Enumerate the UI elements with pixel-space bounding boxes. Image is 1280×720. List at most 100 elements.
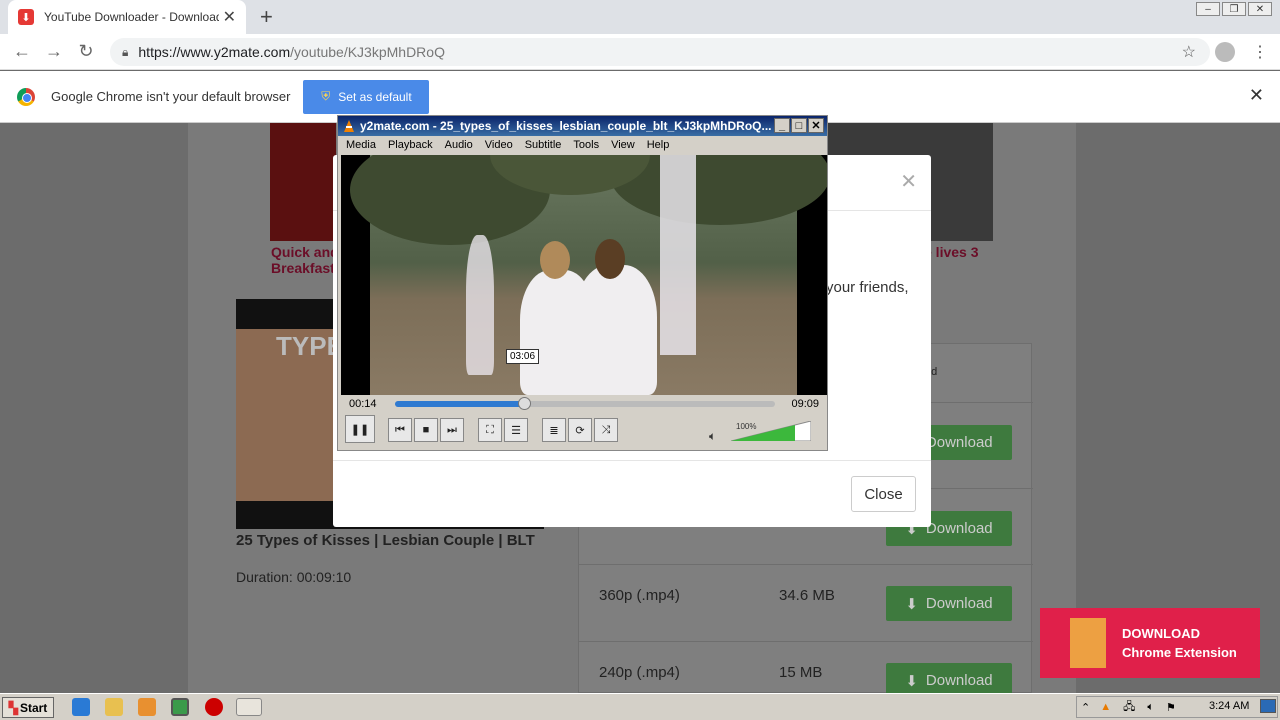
modal-divider <box>333 460 931 461</box>
media-player-icon[interactable] <box>138 698 156 716</box>
shuffle-button[interactable]: ⤨ <box>594 418 618 442</box>
video-scene <box>350 155 827 395</box>
anyrun-ad-banner[interactable]: DOWNLOAD Chrome Extension <box>1040 608 1260 678</box>
vlc-player-window: y2mate.com - 25_types_of_kisses_lesbian_… <box>337 115 828 451</box>
start-label: Start <box>19 700 48 715</box>
playlist-button[interactable]: ≣ <box>542 418 566 442</box>
elapsed-time: 00:14 <box>349 398 377 410</box>
quality-cell: 360p (.mp4) <box>599 587 680 604</box>
new-tab-icon[interactable]: + <box>260 4 273 30</box>
lock-icon: 🔒︎ <box>122 44 129 59</box>
close-window-icon[interactable]: ✕ <box>1248 2 1272 16</box>
start-button[interactable]: ▚ Start <box>2 697 54 718</box>
loop-button[interactable]: ⟳ <box>568 418 592 442</box>
address-bar[interactable]: 🔒︎ https://www.y2mate.com/youtube/KJ3kpM… <box>110 38 1210 66</box>
bride-right-hair <box>595 239 625 279</box>
bride-right-dress <box>575 265 657 395</box>
flag-icon[interactable]: ⚑ <box>1166 701 1176 714</box>
menu-playback[interactable]: Playback <box>388 139 433 151</box>
url-path: /youtube/KJ3kpMhDRoQ <box>290 44 445 60</box>
menu-dots-icon[interactable]: ⋮ <box>1252 42 1268 62</box>
menu-subtitle[interactable]: Subtitle <box>525 139 562 151</box>
previous-icon: ⏮ <box>395 423 405 436</box>
pause-button[interactable]: ❚❚ <box>345 415 375 443</box>
ie-icon[interactable] <box>72 698 90 716</box>
stop-icon: ■ <box>422 424 430 436</box>
network-icon[interactable]: 🖧 <box>1123 698 1135 717</box>
modal-close-button[interactable]: Close <box>851 476 916 512</box>
window-controls: – ❐ ✕ <box>1196 2 1272 16</box>
bride-left-hair <box>540 241 570 279</box>
size-cell: 34.6 MB <box>779 587 835 604</box>
vlc-title: y2mate.com - 25_types_of_kisses_lesbian_… <box>360 119 772 133</box>
vlc-minimize-icon[interactable]: _ <box>774 118 790 133</box>
chrome-taskbar-icon[interactable] <box>171 698 189 716</box>
menu-tools[interactable]: Tools <box>573 139 599 151</box>
fullscreen-button[interactable]: ⛶ <box>478 418 502 442</box>
profile-avatar-icon[interactable] <box>1215 42 1235 62</box>
set-as-default-button[interactable]: ⛨ Set as default <box>303 79 430 114</box>
infobar-text: Google Chrome isn't your default browser <box>51 89 291 104</box>
menu-view[interactable]: View <box>611 139 635 151</box>
close-infobar-icon[interactable]: ✕ <box>1249 85 1264 106</box>
download-label: Download <box>925 434 993 451</box>
vlc-taskbar-icon[interactable] <box>236 698 262 716</box>
vlc-cone-icon <box>344 120 354 132</box>
video-duration: Duration: 00:09:10 <box>236 569 352 585</box>
back-icon[interactable]: ← <box>6 41 38 62</box>
close-tab-icon[interactable]: ✕ <box>223 7 236 27</box>
chrome-logo-icon <box>17 87 35 106</box>
download-label: Download <box>925 520 993 537</box>
related-link-right[interactable]: e lives 3 <box>924 244 979 260</box>
explorer-icon[interactable] <box>105 698 123 716</box>
related-thumbnail-left[interactable] <box>270 123 336 241</box>
video-frame[interactable]: 03:06 <box>341 155 827 395</box>
browser-tab[interactable]: ⬇ YouTube Downloader - Download Vid ✕ <box>8 0 246 34</box>
size-cell: 15 MB <box>779 664 823 681</box>
stop-button[interactable]: ■ <box>414 418 438 442</box>
quality-cell: 240p (.mp4) <box>599 664 680 681</box>
restore-icon[interactable]: ❐ <box>1222 2 1246 16</box>
opera-icon[interactable] <box>205 698 223 716</box>
seek-knob[interactable] <box>518 397 532 410</box>
related-link-left[interactable]: Quick and <box>271 244 339 260</box>
download-button[interactable]: ⬇ Download <box>886 586 1012 621</box>
reload-icon[interactable]: ↻ <box>70 41 102 62</box>
menu-help[interactable]: Help <box>647 139 670 151</box>
shield-icon: ⛨ <box>321 89 331 103</box>
show-desktop-icon[interactable] <box>1260 699 1276 713</box>
pause-icon: ❚❚ <box>350 423 370 436</box>
minimize-icon[interactable]: – <box>1196 2 1220 16</box>
browser-toolbar: ← → ↻ 🔒︎ https://www.y2mate.com/youtube/… <box>0 34 1280 70</box>
bookmark-star-icon[interactable]: ☆ <box>1182 42 1196 62</box>
video-title: 25 Types of Kisses | Lesbian Couple | BL… <box>236 532 535 549</box>
volume-tray-icon[interactable]: 🔈︎ <box>1147 701 1154 714</box>
menu-video[interactable]: Video <box>485 139 513 151</box>
menu-media[interactable]: Media <box>346 139 376 151</box>
vlc-tray-icon[interactable]: ▲ <box>1100 701 1111 713</box>
table-row: 360p (.mp4) 34.6 MB ⬇ Download <box>579 564 1033 641</box>
y2mate-favicon-icon: ⬇ <box>18 9 34 25</box>
seek-row: 00:14 09:09 <box>341 396 827 416</box>
fullscreen-icon: ⛶ <box>486 423 494 436</box>
forward-icon[interactable]: → <box>38 41 70 62</box>
modal-close-icon[interactable]: ✕ <box>900 169 917 194</box>
related-link-left-line2[interactable]: Breakfast <box>271 260 335 276</box>
loop-icon: ⟳ <box>575 424 585 437</box>
next-icon: ⏭ <box>447 423 457 436</box>
url-text: https://www.y2mate.com/youtube/KJ3kpMhDR… <box>138 44 445 60</box>
tray-expand-icon[interactable]: ⌃ <box>1081 701 1090 714</box>
vlc-maximize-icon[interactable]: □ <box>791 118 807 133</box>
vlc-title-bar[interactable]: y2mate.com - 25_types_of_kisses_lesbian_… <box>338 116 827 136</box>
previous-button[interactable]: ⏮ <box>388 418 412 442</box>
vlc-window-controls: _ □ ✕ <box>774 118 824 133</box>
windows-taskbar: ▚ Start ⌃ ▲ 🖧 🔈︎ ⚑ 3:24 AM <box>0 693 1280 720</box>
next-button[interactable]: ⏭ <box>440 418 464 442</box>
seek-slider[interactable] <box>395 397 775 410</box>
vlc-close-icon[interactable]: ✕ <box>808 118 824 133</box>
ad-line1: DOWNLOAD <box>1122 626 1200 641</box>
shuffle-icon: ⤨ <box>601 423 611 436</box>
menu-audio[interactable]: Audio <box>445 139 473 151</box>
extended-settings-button[interactable]: ☰ <box>504 418 528 442</box>
speaker-icon[interactable]: 🔈︎ <box>709 429 716 444</box>
